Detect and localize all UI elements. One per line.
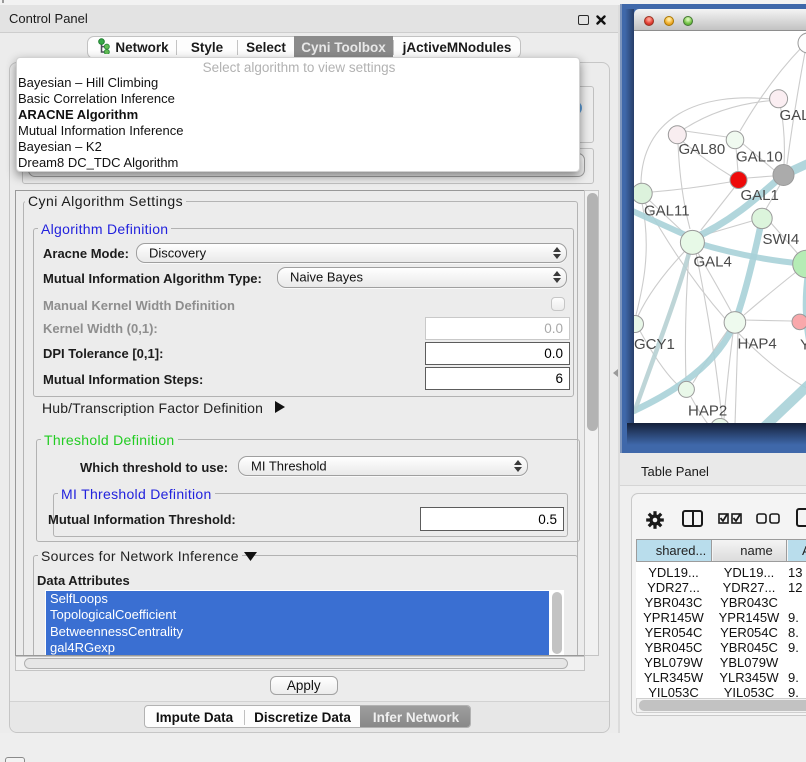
svg-text:HAP4: HAP4 xyxy=(738,336,777,353)
svg-text:GAL1: GAL1 xyxy=(741,187,779,204)
svg-text:GAL4: GAL4 xyxy=(694,254,732,271)
svg-text:Y: Y xyxy=(800,337,806,354)
svg-text:GAL10: GAL10 xyxy=(736,149,783,166)
svg-text:GAL7: GAL7 xyxy=(780,107,806,124)
svg-text:HAP2: HAP2 xyxy=(688,403,727,420)
svg-text:GAL11: GAL11 xyxy=(644,203,690,220)
svg-text:GCY1: GCY1 xyxy=(634,336,675,353)
svg-text:GAL80: GAL80 xyxy=(679,141,726,158)
svg-text:SWI4: SWI4 xyxy=(763,231,800,248)
